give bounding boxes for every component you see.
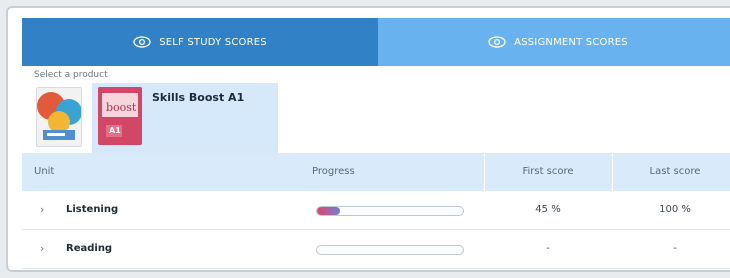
table-row-listening[interactable]: › Listening 45 % 100 % (22, 191, 730, 230)
header-progress: Progress (312, 166, 355, 177)
progress-fill (317, 207, 341, 215)
product-cover-skills-boost[interactable]: boost A1 (98, 87, 142, 145)
cover-level-text: A1 (109, 126, 121, 135)
header-unit: Unit (34, 166, 55, 177)
unit-name: Reading (66, 243, 113, 254)
select-product-label: Select a product (34, 70, 108, 80)
first-score: - (546, 243, 550, 254)
last-score: 100 % (659, 204, 691, 215)
book-cover-icon (98, 87, 142, 145)
book-cover-icon (37, 88, 81, 146)
progress-bar (316, 245, 464, 255)
product-list: boost A1 Skills Boost A1 (26, 83, 278, 153)
eye-icon (133, 36, 151, 48)
tab-assignment-label: ASSIGNMENT SCORES (514, 36, 628, 48)
tab-assignment-scores[interactable]: ASSIGNMENT SCORES (378, 18, 730, 66)
eye-icon (488, 36, 506, 48)
tab-self-study-scores[interactable]: SELF STUDY SCORES (22, 18, 378, 66)
first-score: 45 % (535, 204, 561, 215)
chevron-right-icon[interactable]: › (40, 203, 44, 216)
unit-name: Listening (66, 204, 119, 215)
cover-series-text: boost (106, 101, 137, 114)
chevron-right-icon[interactable]: › (40, 242, 44, 255)
header-first-score: First score (522, 166, 574, 177)
table-row-reading[interactable]: › Reading - - (22, 230, 730, 269)
product-cover-other[interactable] (36, 87, 82, 147)
selected-product-title: Skills Boost A1 (152, 91, 245, 104)
table-header: Unit Progress First score Last score (22, 153, 730, 191)
score-tabs: SELF STUDY SCORES ASSIGNMENT SCORES (22, 18, 730, 66)
scores-panel: SELF STUDY SCORES ASSIGNMENT SCORES Sele… (6, 6, 730, 272)
tab-self-study-label: SELF STUDY SCORES (159, 36, 267, 48)
last-score: - (673, 243, 677, 254)
progress-bar (316, 206, 464, 216)
header-last-score: Last score (649, 166, 701, 177)
scores-table: Unit Progress First score Last score › L… (22, 153, 730, 269)
